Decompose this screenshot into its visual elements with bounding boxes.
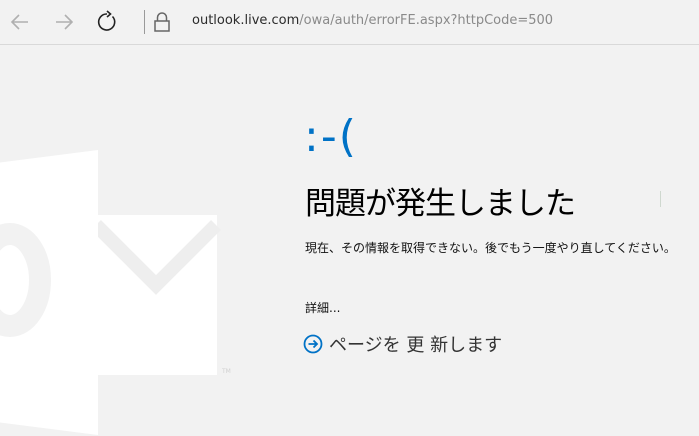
browser-toolbar: outlook.live.com/owa/auth/errorFE.aspx?h… — [0, 0, 699, 45]
address-bar[interactable]: outlook.live.com/owa/auth/errorFE.aspx?h… — [192, 13, 553, 28]
circle-arrow-icon — [303, 334, 323, 354]
error-page: TM :-( 問題が発生しました 現在、その情報を取得できない。後でもう一度やり… — [0, 45, 699, 436]
forward-button[interactable] — [50, 8, 78, 36]
refresh-page-label: ページを 更 新します — [329, 335, 503, 356]
svg-text:TM: TM — [221, 368, 231, 375]
error-description: 現在、その情報を取得できない。後でもう一度やり直してください。 — [305, 241, 676, 255]
details-link[interactable]: 詳細... — [305, 299, 340, 316]
back-arrow-icon — [10, 14, 28, 30]
refresh-icon — [97, 10, 116, 31]
url-domain: outlook.live.com — [192, 13, 300, 28]
refresh-page-link[interactable]: ページを 更 新します — [303, 331, 502, 357]
outlook-logo: TM — [0, 150, 231, 435]
toolbar-separator — [144, 10, 145, 34]
forward-arrow-icon — [56, 14, 74, 30]
back-button[interactable] — [6, 8, 34, 36]
error-title: 問題が発生しました — [305, 186, 576, 222]
refresh-button[interactable] — [93, 8, 121, 36]
right-edge-mark — [660, 191, 661, 207]
sad-face-emoticon: :-( — [304, 111, 358, 162]
url-path: /owa/auth/errorFE.aspx?httpCode=500 — [299, 13, 554, 28]
lock-icon — [154, 12, 170, 32]
